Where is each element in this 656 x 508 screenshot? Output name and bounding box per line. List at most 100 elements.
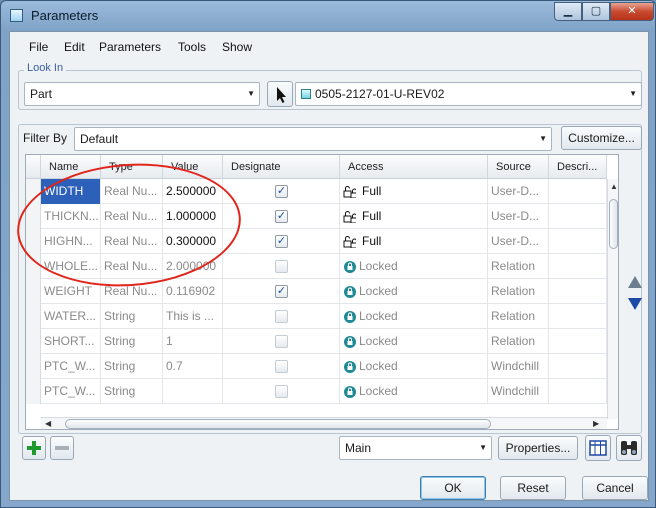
menu-edit[interactable]: Edit [64, 40, 85, 54]
reset-button[interactable]: Reset [500, 476, 566, 500]
cell-access[interactable]: Full [340, 204, 488, 229]
filter-by-select[interactable]: Default ▼ [74, 127, 552, 151]
cell-description[interactable] [549, 179, 607, 204]
cell-type[interactable]: String [101, 379, 163, 404]
table-row[interactable]: WATER... String This is ... Relation Locked [26, 304, 607, 329]
cell-description[interactable] [549, 379, 607, 404]
cell-source[interactable]: Relation [488, 254, 549, 279]
designate-checkbox[interactable] [275, 260, 288, 273]
scroll-right-icon[interactable]: ▶ [593, 419, 599, 428]
cell-access[interactable]: Locked [340, 354, 488, 379]
cell-source[interactable]: Windchill [488, 354, 549, 379]
column-designate[interactable]: Designate [223, 155, 340, 179]
cell-access[interactable]: Locked [340, 379, 488, 404]
row-header[interactable] [26, 254, 41, 279]
table-row[interactable]: WHOLE... Real Nu... 2.000000 Relation Locked [26, 254, 607, 279]
cell-name[interactable]: PTC_W... [41, 379, 101, 404]
designate-checkbox[interactable]: ✓ [275, 235, 288, 248]
cell-value[interactable]: This is ... [163, 304, 223, 329]
scroll-left-icon[interactable]: ◀ [45, 419, 51, 428]
cell-type[interactable]: String [101, 354, 163, 379]
designate-checkbox[interactable] [275, 335, 288, 348]
row-header[interactable] [26, 179, 41, 204]
cell-source[interactable]: Relation [488, 329, 549, 354]
designate-checkbox[interactable]: ✓ [275, 185, 288, 198]
cell-description[interactable] [549, 279, 607, 304]
cell-description[interactable] [549, 229, 607, 254]
cell-name[interactable]: SHORT... [41, 329, 101, 354]
cell-source[interactable]: Relation [488, 279, 549, 304]
cell-source[interactable]: User-D... [488, 179, 549, 204]
cell-name[interactable]: HIGHN... [41, 229, 101, 254]
cell-access[interactable]: Full [340, 229, 488, 254]
cell-access[interactable]: Locked [340, 304, 488, 329]
cell-description[interactable] [549, 254, 607, 279]
table-row[interactable]: WIDTH Real Nu... 2.500000 User-D... ✓ Full [26, 179, 607, 204]
column-access[interactable]: Access [340, 155, 488, 179]
cell-access[interactable]: Locked [340, 279, 488, 304]
row-header[interactable] [26, 329, 41, 354]
cell-type[interactable]: String [101, 329, 163, 354]
properties-button[interactable]: Properties... [498, 436, 578, 460]
column-source[interactable]: Source [488, 155, 549, 179]
table-row[interactable]: PTC_W... String Windchill Locked [26, 379, 607, 404]
cell-value[interactable]: 0.300000 [163, 229, 223, 254]
cell-source[interactable]: Relation [488, 304, 549, 329]
view-select[interactable]: Main ▼ [339, 436, 492, 460]
cell-name[interactable]: WATER... [41, 304, 101, 329]
table-row[interactable]: PTC_W... String 0.7 Windchill Locked [26, 354, 607, 379]
cell-access[interactable]: Full [340, 179, 488, 204]
row-header[interactable] [26, 354, 41, 379]
cell-name[interactable]: WEIGHT [41, 279, 101, 304]
title-bar[interactable]: Parameters ▁ ▢ ✕ [1, 1, 655, 31]
cell-value[interactable]: 0.116902 [163, 279, 223, 304]
table-row[interactable]: HIGHN... Real Nu... 0.300000 User-D... ✓ Full [26, 229, 607, 254]
cell-type[interactable]: Real Nu... [101, 279, 163, 304]
select-pointer-button[interactable] [267, 81, 293, 107]
column-value[interactable]: Value [163, 155, 223, 179]
cell-value[interactable]: 0.7 [163, 354, 223, 379]
column-description[interactable]: Descri... [549, 155, 607, 179]
table-row[interactable]: WEIGHT Real Nu... 0.116902 Relation ✓ Locked [26, 279, 607, 304]
table-row[interactable]: THICKN... Real Nu... 1.000000 User-D... ✓ Ful… [26, 204, 607, 229]
close-button[interactable]: ✕ [610, 2, 654, 21]
cell-access[interactable]: Locked [340, 329, 488, 354]
cell-type[interactable]: String [101, 304, 163, 329]
customize-button[interactable]: Customize... [561, 126, 642, 150]
cell-type[interactable]: Real Nu... [101, 179, 163, 204]
scroll-up-icon[interactable]: ▲ [610, 182, 618, 191]
cell-name[interactable]: THICKN... [41, 204, 101, 229]
look-in-object-select[interactable]: 0505-2127-01-U-REV02 ▼ [295, 82, 642, 106]
horizontal-scroll-thumb[interactable] [65, 419, 491, 429]
cell-source[interactable]: User-D... [488, 204, 549, 229]
cell-value[interactable]: 2.500000 [163, 179, 223, 204]
cell-description[interactable] [549, 304, 607, 329]
ok-button[interactable]: OK [420, 476, 486, 500]
cell-source[interactable]: Windchill [488, 379, 549, 404]
row-header[interactable] [26, 229, 41, 254]
designate-checkbox[interactable] [275, 310, 288, 323]
cell-name[interactable]: WHOLE... [41, 254, 101, 279]
menu-file[interactable]: File [29, 40, 48, 54]
menu-tools[interactable]: Tools [178, 40, 206, 54]
cell-type[interactable]: Real Nu... [101, 254, 163, 279]
row-header[interactable] [26, 204, 41, 229]
cell-description[interactable] [549, 204, 607, 229]
table-view-button[interactable] [585, 435, 611, 461]
designate-checkbox[interactable]: ✓ [275, 285, 288, 298]
menu-parameters[interactable]: Parameters [99, 40, 161, 54]
horizontal-scrollbar[interactable]: ◀ ▶ [41, 417, 607, 429]
cell-value[interactable]: 1.000000 [163, 204, 223, 229]
table-row[interactable]: SHORT... String 1 Relation Locked [26, 329, 607, 354]
look-in-type-select[interactable]: Part ▼ [24, 82, 260, 106]
designate-checkbox[interactable] [275, 360, 288, 373]
minimize-button[interactable]: ▁ [554, 2, 582, 21]
remove-parameter-button[interactable] [50, 436, 74, 460]
menu-show[interactable]: Show [222, 40, 252, 54]
column-name[interactable]: Name [41, 155, 101, 179]
designate-checkbox[interactable]: ✓ [275, 210, 288, 223]
row-header[interactable] [26, 304, 41, 329]
cell-name[interactable]: WIDTH [41, 179, 101, 204]
cell-access[interactable]: Locked [340, 254, 488, 279]
cell-source[interactable]: User-D... [488, 229, 549, 254]
